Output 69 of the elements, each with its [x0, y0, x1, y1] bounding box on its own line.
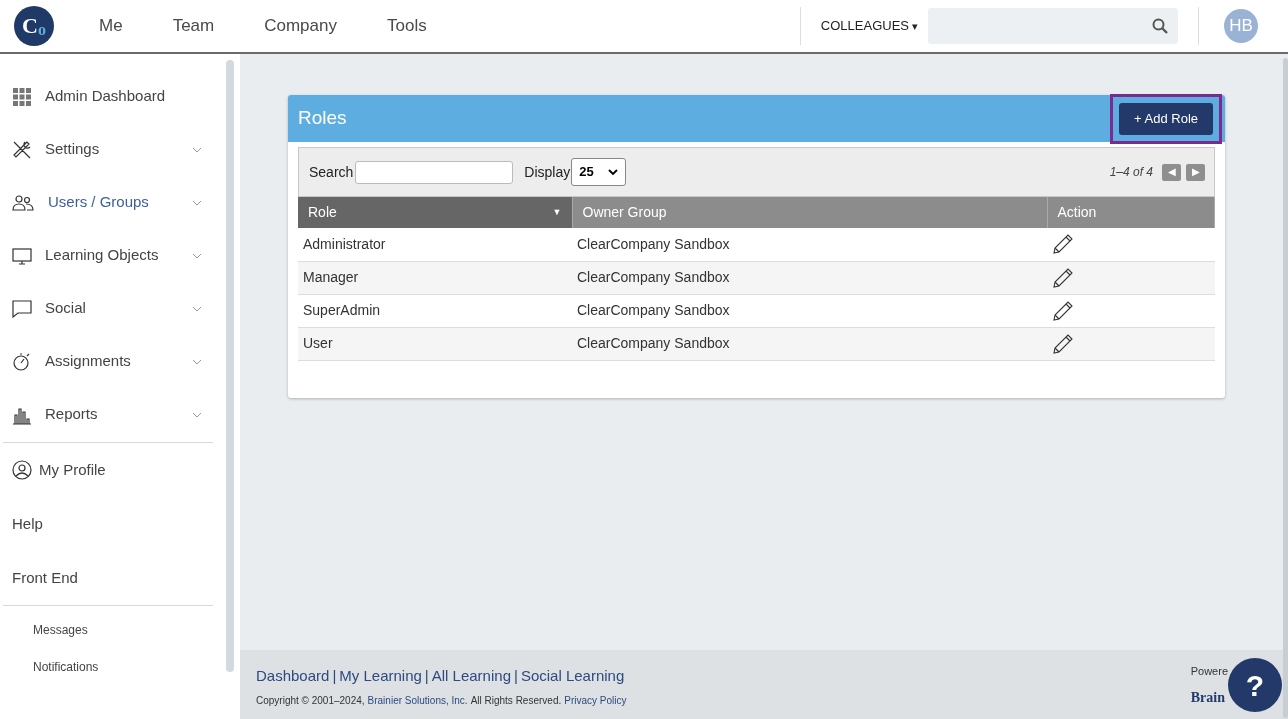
pencil-icon[interactable]	[1052, 233, 1074, 256]
logo[interactable]: Co	[14, 6, 54, 46]
display-label: Display	[524, 162, 571, 182]
table-cell: ClearCompany Sandbox	[572, 228, 1047, 261]
sidebar-sublink[interactable]: Notifications	[0, 649, 240, 686]
footer-link[interactable]: My Learning	[339, 664, 422, 688]
tools-icon	[12, 139, 32, 160]
pencil-icon[interactable]	[1052, 299, 1074, 322]
table-cell: SuperAdmin	[298, 294, 572, 327]
sidebar-item[interactable]: Reports	[0, 388, 240, 441]
display-select[interactable]: 25	[571, 158, 627, 186]
nav-link[interactable]: Team	[172, 13, 215, 39]
separator: |	[332, 665, 337, 686]
nav-link[interactable]: Tools	[386, 13, 427, 39]
pencil-icon[interactable]	[1052, 266, 1074, 289]
nav-link[interactable]: Company	[264, 13, 337, 39]
sidebar-item[interactable]: Users / Groups	[0, 176, 240, 229]
separator: |	[513, 665, 518, 686]
search-icon[interactable]	[1152, 18, 1168, 34]
table-cell: ClearCompany Sandbox	[572, 294, 1047, 327]
footer-link[interactable]: All Learning	[431, 664, 511, 688]
grid-icon	[12, 86, 32, 107]
separator: |	[424, 665, 429, 686]
chevron-down-icon	[192, 305, 202, 312]
pencil-icon[interactable]	[1052, 332, 1074, 355]
chevron-down-icon	[192, 411, 202, 418]
brand-name: Brain	[1190, 689, 1225, 708]
sidebar-item[interactable]: Learning Objects	[0, 229, 240, 282]
stopwatch-icon	[12, 351, 32, 372]
scrollbar[interactable]	[226, 60, 234, 672]
brainier-link[interactable]: Brainier Solutions, Inc.	[367, 693, 468, 709]
privacy-link[interactable]: Privacy Policy	[564, 693, 627, 709]
footer-link[interactable]: Social Learning	[520, 664, 625, 688]
search-field[interactable]	[928, 8, 1178, 44]
sidebar-link[interactable]: My Profile	[0, 443, 240, 497]
table-cell: ClearCompany Sandbox	[572, 261, 1047, 294]
search-input[interactable]	[355, 160, 514, 184]
add-role-button[interactable]: + Add Role	[1119, 102, 1213, 135]
sidebar-link[interactable]: Front End	[0, 551, 240, 605]
powered-text: Powere	[1190, 663, 1228, 679]
table-cell: Administrator	[298, 228, 572, 261]
sidebar-sublink[interactable]: Messages	[0, 612, 240, 649]
table-cell: User	[298, 327, 572, 360]
scrollbar[interactable]	[1283, 58, 1288, 718]
chevron-down-icon	[192, 199, 202, 206]
users-icon	[12, 192, 34, 213]
table-cell: ClearCompany Sandbox	[572, 327, 1047, 360]
speech-bubble-icon	[12, 298, 32, 319]
chevron-down-icon	[608, 169, 619, 175]
sidebar-item[interactable]: Social	[0, 282, 240, 335]
monitor-icon	[12, 245, 32, 266]
pagination-range: 1–4 of 4	[1109, 164, 1153, 181]
chevron-down-icon	[192, 252, 202, 259]
nav-link[interactable]: Me	[99, 13, 123, 39]
chevron-down-icon	[192, 358, 202, 365]
colleagues-dropdown[interactable]: COLLEAGUES ▾	[820, 16, 918, 36]
sidebar-link[interactable]: Help	[0, 497, 240, 551]
footer-link[interactable]: Dashboard	[256, 664, 330, 688]
sidebar-item[interactable]: Assignments	[0, 335, 240, 388]
rights-text: All Rights Reserved.	[470, 694, 562, 709]
sidebar-item[interactable]: Admin Dashboard	[0, 70, 240, 123]
column-header[interactable]: Role ▼	[298, 197, 572, 228]
card-title: Roles	[298, 106, 347, 131]
search-label: Search	[309, 162, 354, 182]
chevron-down-icon	[192, 146, 202, 153]
copyright-text: Copyright © 2001–2024,	[256, 694, 365, 709]
sidebar-item[interactable]: Settings	[0, 123, 240, 176]
table-cell: Manager	[298, 261, 572, 294]
user-circle-icon	[12, 460, 32, 480]
